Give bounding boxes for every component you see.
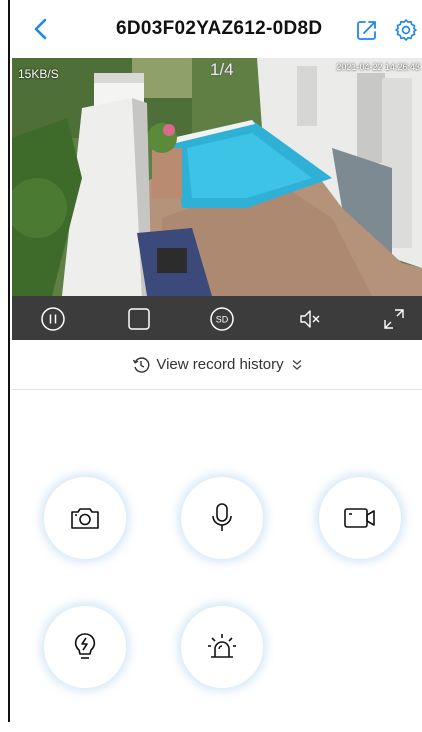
settings-button[interactable]: [394, 18, 418, 42]
share-button[interactable]: [356, 19, 378, 41]
device-title: 6D03F02YAZ612-0D8D: [116, 18, 323, 39]
back-button[interactable]: [26, 14, 54, 44]
header-bar: 6D03F02YAZ612-0D8D: [12, 0, 422, 58]
camera-snapshot-icon: [71, 508, 99, 529]
double-chevron-down-icon: [292, 359, 302, 370]
record-video-button[interactable]: [319, 477, 401, 559]
camera-live-view[interactable]: 15KB/S 1/4 2021-04-22 14:26:43: [12, 58, 422, 296]
page-indicator: 1/4: [210, 60, 234, 79]
stop-button[interactable]: [126, 306, 152, 332]
share-icon: [357, 21, 376, 40]
light-button[interactable]: [44, 606, 126, 688]
bitrate-label: 15KB/S: [18, 67, 59, 81]
mute-button[interactable]: [297, 306, 323, 332]
light-bulb-icon: [74, 633, 96, 659]
video-timestamp: 2021-04-22 14:26:43: [336, 62, 420, 72]
talk-button[interactable]: [181, 477, 263, 559]
alarm-button[interactable]: [181, 606, 263, 688]
frame-border: [0, 0, 10, 732]
pause-button[interactable]: [40, 306, 66, 332]
video-record-icon: [344, 508, 375, 528]
sd-quality-icon: SD: [210, 307, 234, 331]
pause-icon: [41, 307, 65, 331]
view-record-history-link[interactable]: View record history: [12, 340, 422, 390]
sd-quality-button[interactable]: SD: [209, 306, 235, 332]
frame-bottom: [0, 722, 422, 732]
mute-icon: [300, 310, 320, 328]
alarm-siren-icon: [208, 634, 236, 658]
history-clock-icon: [133, 356, 150, 373]
view-record-history-label: View record history: [156, 356, 284, 373]
microphone-icon: [212, 503, 232, 531]
playback-control-bar: SD: [12, 296, 422, 340]
fullscreen-button[interactable]: [381, 306, 407, 332]
fullscreen-icon: [384, 309, 404, 329]
camera-scene-image: [12, 58, 422, 296]
snapshot-button[interactable]: [44, 477, 126, 559]
chevron-left-icon: [34, 18, 47, 40]
sd-quality-label: SD: [216, 315, 229, 325]
gear-icon: [395, 19, 417, 41]
stop-icon: [128, 308, 150, 330]
